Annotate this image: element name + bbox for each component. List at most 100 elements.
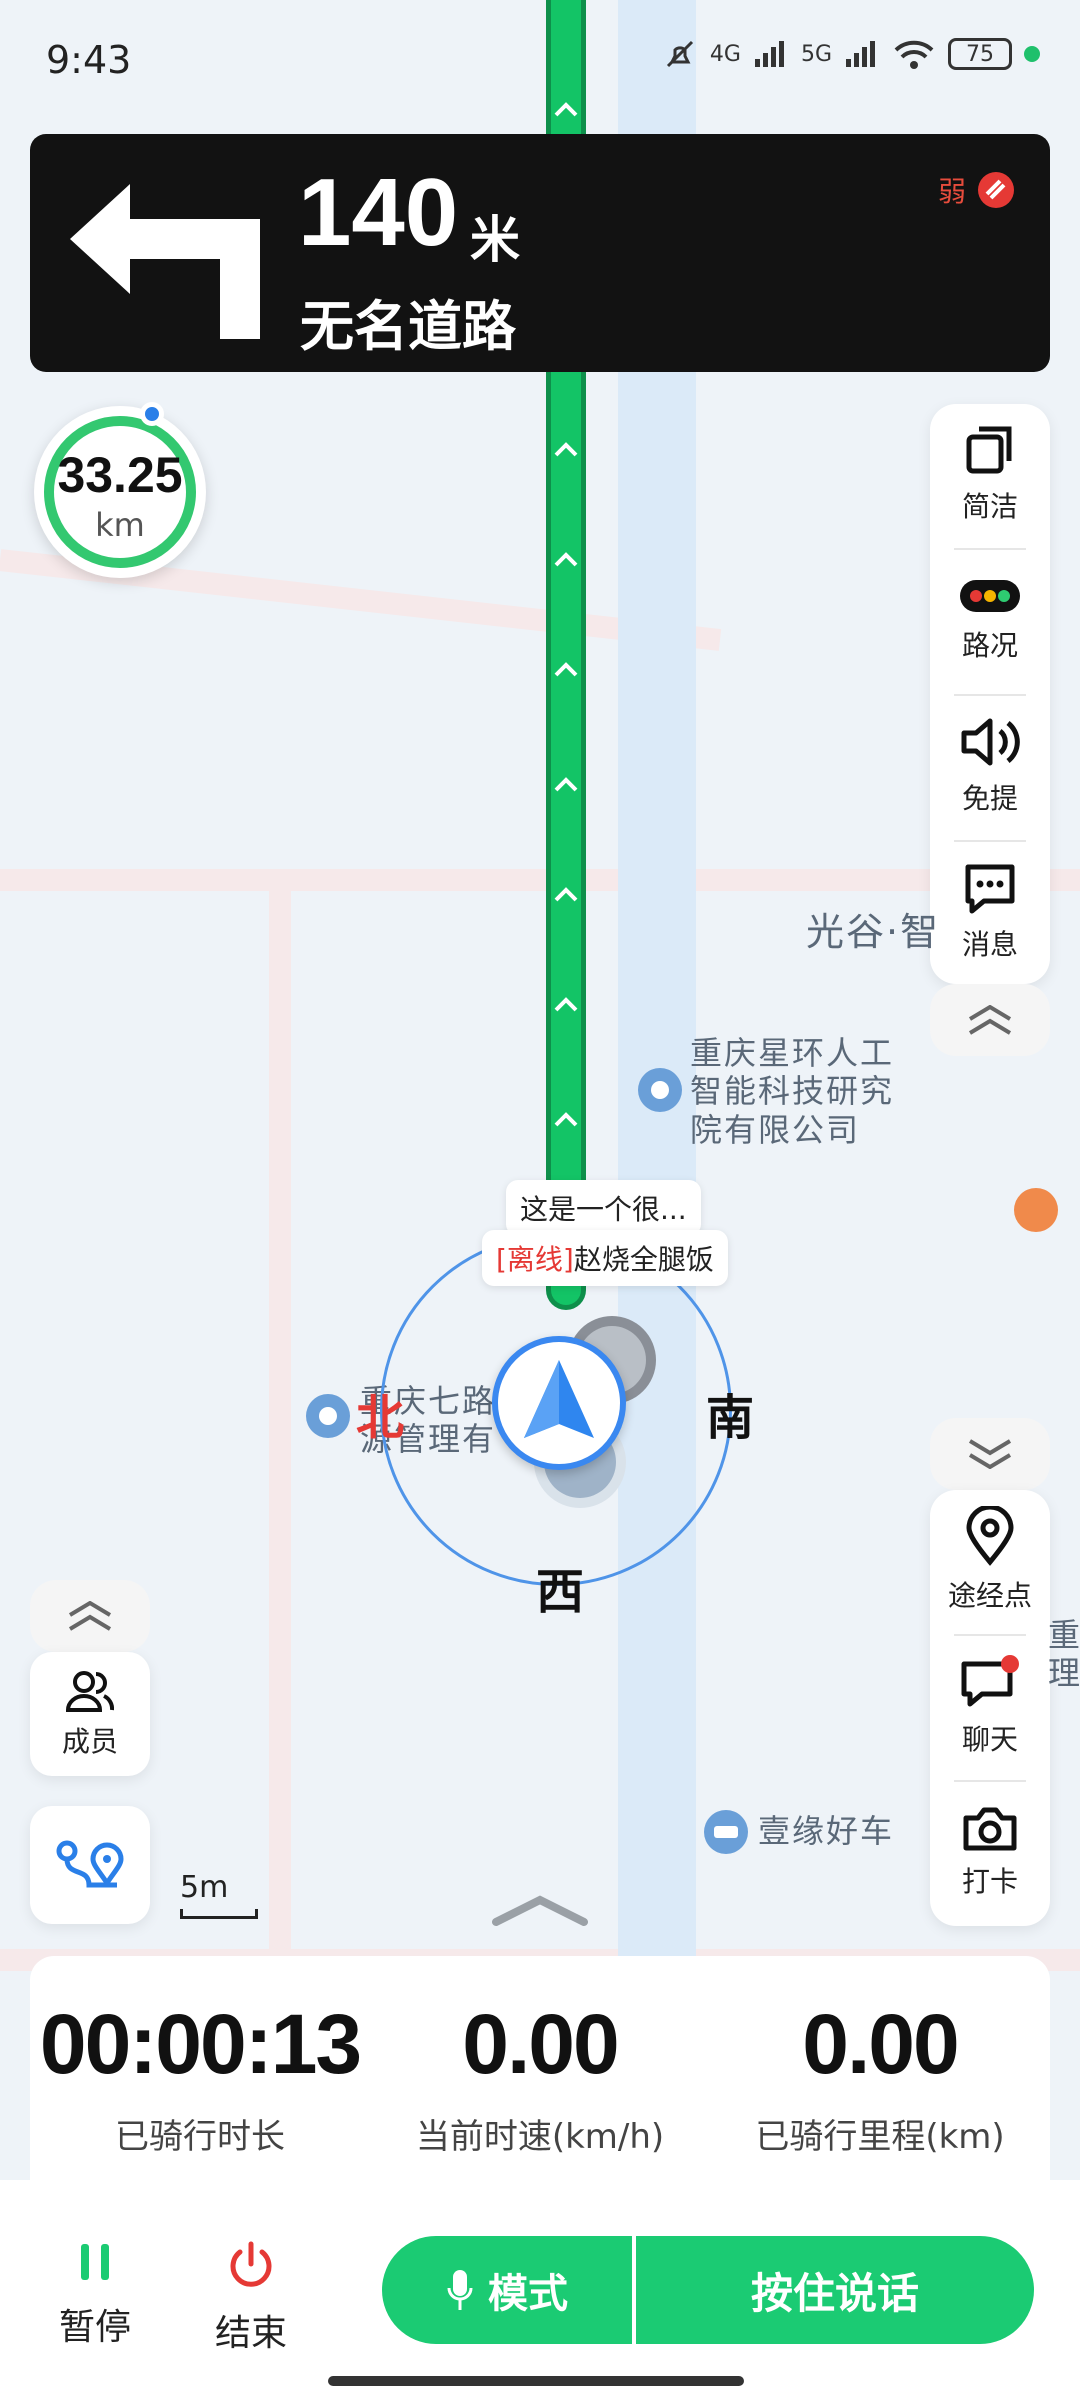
odometer-progress-dot <box>140 402 164 426</box>
map-scale: 5m <box>180 1870 258 1919</box>
offline-tag: [离线] <box>496 1243 574 1276</box>
chevron-up-icon <box>968 1005 1012 1035</box>
speaker-icon <box>961 718 1020 766</box>
poi-marker-1 <box>638 1068 682 1112</box>
push-to-talk-button[interactable]: 按住说话 <box>636 2236 1034 2344</box>
status-time: 9:43 <box>46 38 132 82</box>
mode-button[interactable]: 模式 <box>382 2236 632 2344</box>
bottom-action-bar: 暂停 结束 模式 按住说话 <box>0 2180 1080 2400</box>
waypoint-button[interactable]: 途经点 <box>930 1490 1050 1630</box>
message-icon <box>965 864 1015 914</box>
stat-duration-label: 已骑行时长 <box>115 2117 285 2157</box>
gps-signal-label: 弱 <box>937 175 966 208</box>
traffic-button[interactable]: 路况 <box>930 550 1050 690</box>
power-icon <box>230 2241 272 2287</box>
chat-label: 聊天 <box>961 1723 1018 1756</box>
traffic-label: 路况 <box>961 629 1018 662</box>
signal-icon-2 <box>846 41 875 67</box>
messages-button[interactable]: 消息 <box>930 842 1050 982</box>
stat-distance-label: 已骑行里程(km) <box>755 2117 1005 2157</box>
pause-label: 暂停 <box>58 2307 131 2348</box>
chevron-down-icon <box>968 1439 1012 1469</box>
poi-line: 智能科技研究 <box>690 1072 895 1111</box>
satellite-icon <box>978 172 1014 208</box>
route-planner-button[interactable] <box>30 1806 150 1924</box>
chat-icon <box>961 1655 1019 1707</box>
poi-line: 理 <box>1048 1654 1080 1693</box>
my-location-marker[interactable] <box>492 1336 626 1470</box>
signal-icon <box>754 41 784 67</box>
chat-button[interactable]: 聊天 <box>930 1636 1050 1776</box>
waypoint-label: 途经点 <box>947 1579 1032 1612</box>
route-icon <box>56 1840 124 1888</box>
member-message-bubble[interactable]: 这是一个很... <box>506 1180 701 1236</box>
nav-instruction-banner[interactable]: 140 米 无名道路 弱 <box>30 134 1050 372</box>
poi-label-yiyuan[interactable]: 壹缘好车 <box>758 1812 894 1850</box>
poi-marker-2 <box>306 1394 350 1438</box>
odometer-value: 33.25 <box>57 447 183 503</box>
mute-bell-icon <box>666 40 693 68</box>
stat-speed-value: 0.00 <box>462 1997 620 2091</box>
network-5g-label: 5G <box>800 41 832 67</box>
members-label: 成员 <box>61 1725 118 1758</box>
stats-panel-handle-icon[interactable] <box>490 1890 590 1930</box>
location-pin-icon <box>966 1506 1014 1566</box>
wifi-icon <box>894 40 934 69</box>
map-options-panel: 简洁 路况 免提 消息 <box>930 404 1050 984</box>
stat-distance: 0.00 已骑行里程(km) <box>710 1996 1050 2158</box>
home-indicator[interactable] <box>328 2376 744 2386</box>
scale-label: 5m <box>180 1870 229 1905</box>
poi-line: 院有限公司 <box>690 1110 861 1149</box>
turn-left-arrow-icon <box>70 184 260 339</box>
poi-label-xinghuan[interactable]: 重庆星环人工 智能科技研究 院有限公司 <box>690 1034 894 1149</box>
pause-icon <box>81 2244 109 2280</box>
status-bar: 9:43 4G 5G 75 <box>0 0 1080 130</box>
expand-members-button[interactable] <box>30 1580 150 1652</box>
stat-duration-value: 00:00:13 <box>39 1997 362 2091</box>
navigation-arrow-icon <box>524 1360 594 1438</box>
hands-free-label: 免提 <box>961 782 1018 815</box>
hands-free-button[interactable]: 免提 <box>930 696 1050 836</box>
nav-road-name: 无名道路 <box>300 295 516 358</box>
poi-line: 重 <box>1048 1616 1080 1654</box>
pause-button[interactable]: 暂停 <box>40 2240 150 2350</box>
network-4g-label: 4G <box>709 41 741 67</box>
chevron-up-icon <box>68 1601 112 1631</box>
poi-marker-3 <box>704 1810 748 1854</box>
gps-signal-status: 弱 <box>938 170 1016 210</box>
trip-odometer: 33.25 km <box>34 402 206 578</box>
traffic-light-icon <box>960 580 1020 612</box>
messages-label: 消息 <box>961 928 1018 961</box>
end-button[interactable]: 结束 <box>196 2240 306 2356</box>
mode-label: 模式 <box>488 2271 568 2317</box>
simple-mode-label: 简洁 <box>961 490 1018 523</box>
members-button[interactable]: 成员 <box>30 1652 150 1776</box>
battery-indicator: 75 <box>948 38 1012 70</box>
check-in-button[interactable]: 打卡 <box>930 1782 1050 1922</box>
offline-member-bubble[interactable]: [离线]赵烧全腿饭 <box>482 1230 728 1286</box>
poi-label-edge: 重 理 <box>1048 1616 1080 1693</box>
end-label: 结束 <box>214 2313 287 2354</box>
nav-distance: 140 <box>298 159 459 266</box>
microphone-icon <box>447 2270 473 2310</box>
stat-speed-label: 当前时速(km/h) <box>415 2117 665 2157</box>
push-to-talk-label: 按住说话 <box>750 2268 919 2318</box>
expand-bottom-panel-button[interactable] <box>930 1418 1050 1490</box>
camera-icon <box>963 1807 1017 1851</box>
compass-south: 南 <box>706 1390 755 1446</box>
poi-line: 重庆星环人工 <box>690 1034 895 1072</box>
trip-actions-panel: 途经点 聊天 打卡 <box>930 1490 1050 1926</box>
members-icon <box>65 1671 115 1712</box>
status-icons: 4G 5G 75 <box>662 36 1040 72</box>
restaurant-marker <box>1014 1188 1058 1232</box>
stat-duration: 00:00:13 已骑行时长 <box>30 1996 370 2158</box>
compass-north: 北 <box>356 1390 405 1446</box>
collapse-top-panel-button[interactable] <box>930 984 1050 1056</box>
odometer-unit: km <box>95 506 145 544</box>
poi-label-guanggu: 光谷·智 <box>806 910 941 954</box>
stat-speed: 0.00 当前时速(km/h) <box>370 1996 710 2158</box>
privacy-dot-icon <box>1024 46 1040 62</box>
simple-mode-button[interactable]: 简洁 <box>930 404 1050 544</box>
compass-west: 西 <box>536 1564 585 1620</box>
check-in-label: 打卡 <box>961 1865 1018 1898</box>
